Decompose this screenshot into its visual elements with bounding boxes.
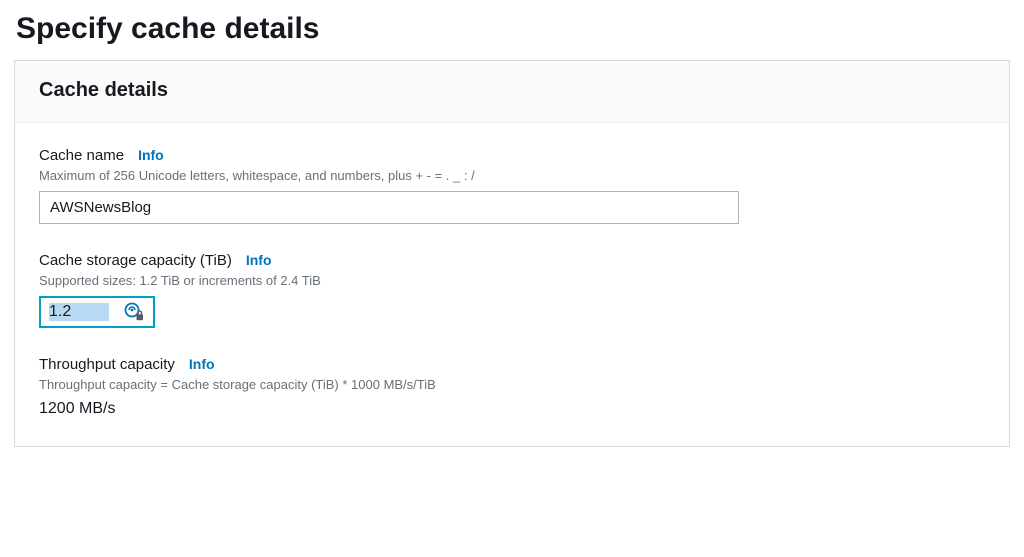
cache-name-field: Cache name Info Maximum of 256 Unicode l… <box>39 147 985 224</box>
cache-details-panel: Cache details Cache name Info Maximum of… <box>14 60 1010 447</box>
panel-header: Cache details <box>15 61 1009 123</box>
storage-capacity-hint: Supported sizes: 1.2 TiB or increments o… <box>39 273 985 288</box>
throughput-field: Throughput capacity Info Throughput capa… <box>39 356 985 418</box>
throughput-info-link[interactable]: Info <box>189 356 215 372</box>
storage-capacity-info-link[interactable]: Info <box>246 252 272 268</box>
storage-capacity-label: Cache storage capacity (TiB) <box>39 252 232 269</box>
storage-capacity-field: Cache storage capacity (TiB) Info Suppor… <box>39 252 985 328</box>
panel-header-title: Cache details <box>39 79 985 102</box>
storage-capacity-input-wrap[interactable] <box>39 296 155 328</box>
cache-name-info-link[interactable]: Info <box>138 147 164 163</box>
cache-name-input[interactable] <box>39 191 739 224</box>
throughput-hint: Throughput capacity = Cache storage capa… <box>39 377 985 392</box>
page-title: Specify cache details <box>16 12 1010 46</box>
throughput-label: Throughput capacity <box>39 356 175 373</box>
lock-cursor-icon <box>123 301 145 323</box>
storage-capacity-input[interactable] <box>49 303 109 321</box>
panel-body: Cache name Info Maximum of 256 Unicode l… <box>15 123 1009 446</box>
cache-name-label: Cache name <box>39 147 124 164</box>
throughput-value: 1200 MB/s <box>39 400 985 418</box>
cache-name-hint: Maximum of 256 Unicode letters, whitespa… <box>39 168 985 183</box>
